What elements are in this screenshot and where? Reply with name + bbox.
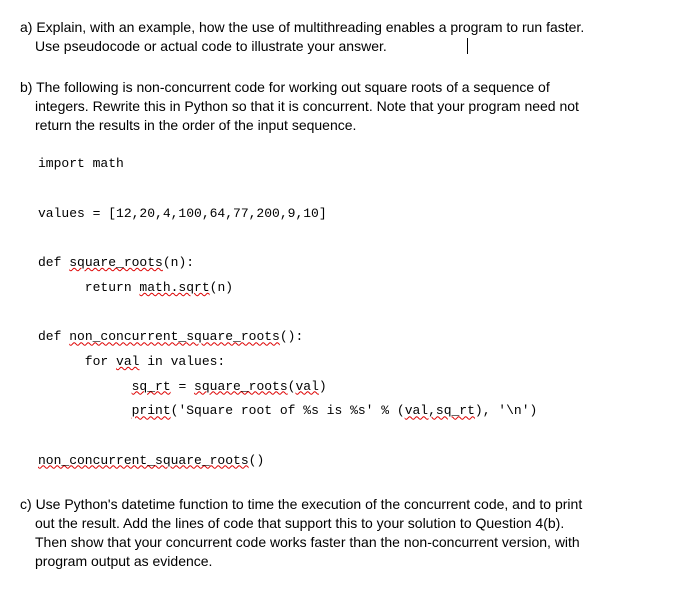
question-c-line2: out the result. Add the lines of code th… (35, 515, 564, 531)
wavy-sqrt-var: sq_rt (132, 379, 171, 394)
question-a-line1: Explain, with an example, how the use of… (36, 19, 584, 35)
question-b-label: b) (20, 79, 32, 95)
code-blank-2 (38, 227, 660, 252)
question-b-line2: integers. Rewrite this in Python so that… (35, 98, 579, 114)
wavy-val-sqrt: val,sq_rt (405, 403, 475, 418)
question-c: c) Use Python's datetime function to tim… (20, 495, 660, 571)
wavy-square-roots-call: square_roots (194, 379, 288, 394)
code-blank-1 (38, 177, 660, 202)
question-c-line3: Then show that your concurrent code work… (35, 534, 580, 550)
wavy-val-arg: val (295, 379, 318, 394)
code-line-import: import math (38, 152, 660, 177)
code-blank-4 (38, 424, 660, 449)
code-line-print: print('Square root of %s is %s' % (val,s… (38, 399, 660, 424)
question-b: b) The following is non-concurrent code … (20, 78, 660, 474)
wavy-nonconc-def: non_concurrent_square_roots (69, 329, 280, 344)
code-block: import math values = [12,20,4,100,64,77,… (38, 152, 660, 473)
wavy-val-for: val (116, 354, 139, 369)
question-b-line3: return the results in the order of the i… (35, 117, 356, 133)
wavy-math-sqrt: math.sqrt (139, 280, 209, 295)
code-line-call: non_concurrent_square_roots() (38, 449, 660, 474)
wavy-print: print (132, 403, 171, 418)
question-a: a) Explain, with an example, how the use… (20, 18, 660, 56)
question-a-label: a) (20, 19, 32, 35)
wavy-square-roots: square_roots (69, 255, 163, 270)
code-line-assign: sq_rt = square_roots(val) (38, 375, 660, 400)
question-c-label: c) (20, 496, 32, 512)
question-a-line2: Use pseudocode or actual code to illustr… (35, 38, 387, 54)
code-line-def-nonconc: def non_concurrent_square_roots(): (38, 325, 660, 350)
wavy-nonconc-call: non_concurrent_square_roots (38, 453, 249, 468)
question-b-line1: The following is non-concurrent code for… (36, 79, 550, 95)
code-line-return: return math.sqrt(n) (38, 276, 660, 301)
code-line-for: for val in values: (38, 350, 660, 375)
text-cursor (467, 38, 468, 54)
code-line-values: values = [12,20,4,100,64,77,200,9,10] (38, 202, 660, 227)
code-blank-3 (38, 301, 660, 326)
code-line-def-sqroots: def square_roots(n): (38, 251, 660, 276)
question-c-line1: Use Python's datetime function to time t… (36, 496, 583, 512)
